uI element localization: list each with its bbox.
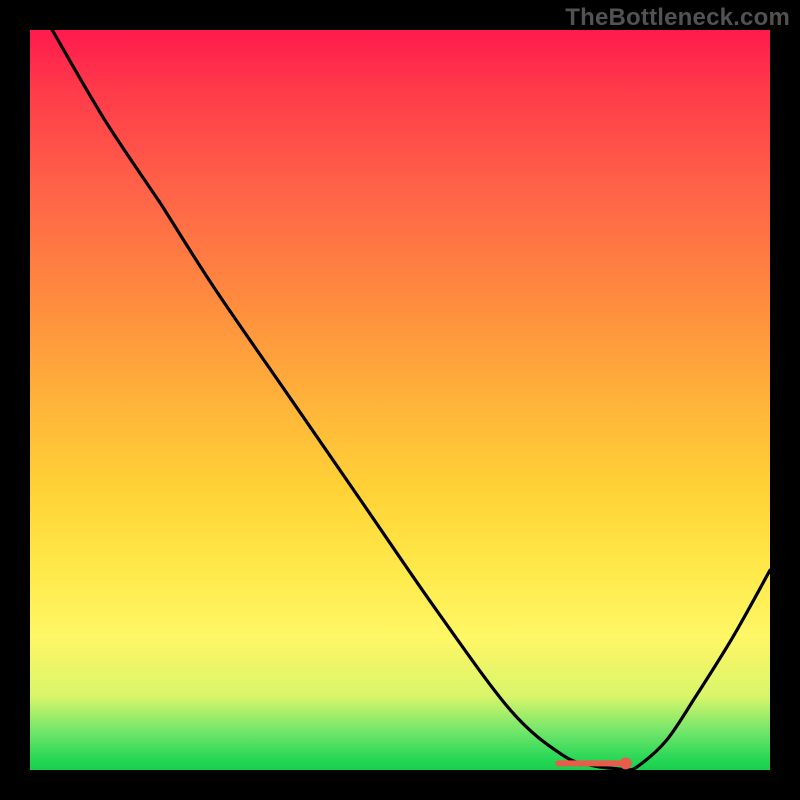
watermark-text: TheBottleneck.com — [565, 4, 790, 32]
minimum-marker — [620, 757, 632, 769]
bottleneck-curve-path — [52, 30, 770, 770]
bottleneck-curve-svg — [30, 30, 770, 770]
plot-area — [30, 30, 770, 770]
chart-frame: TheBottleneck.com — [0, 0, 800, 800]
minimum-band — [555, 760, 622, 766]
